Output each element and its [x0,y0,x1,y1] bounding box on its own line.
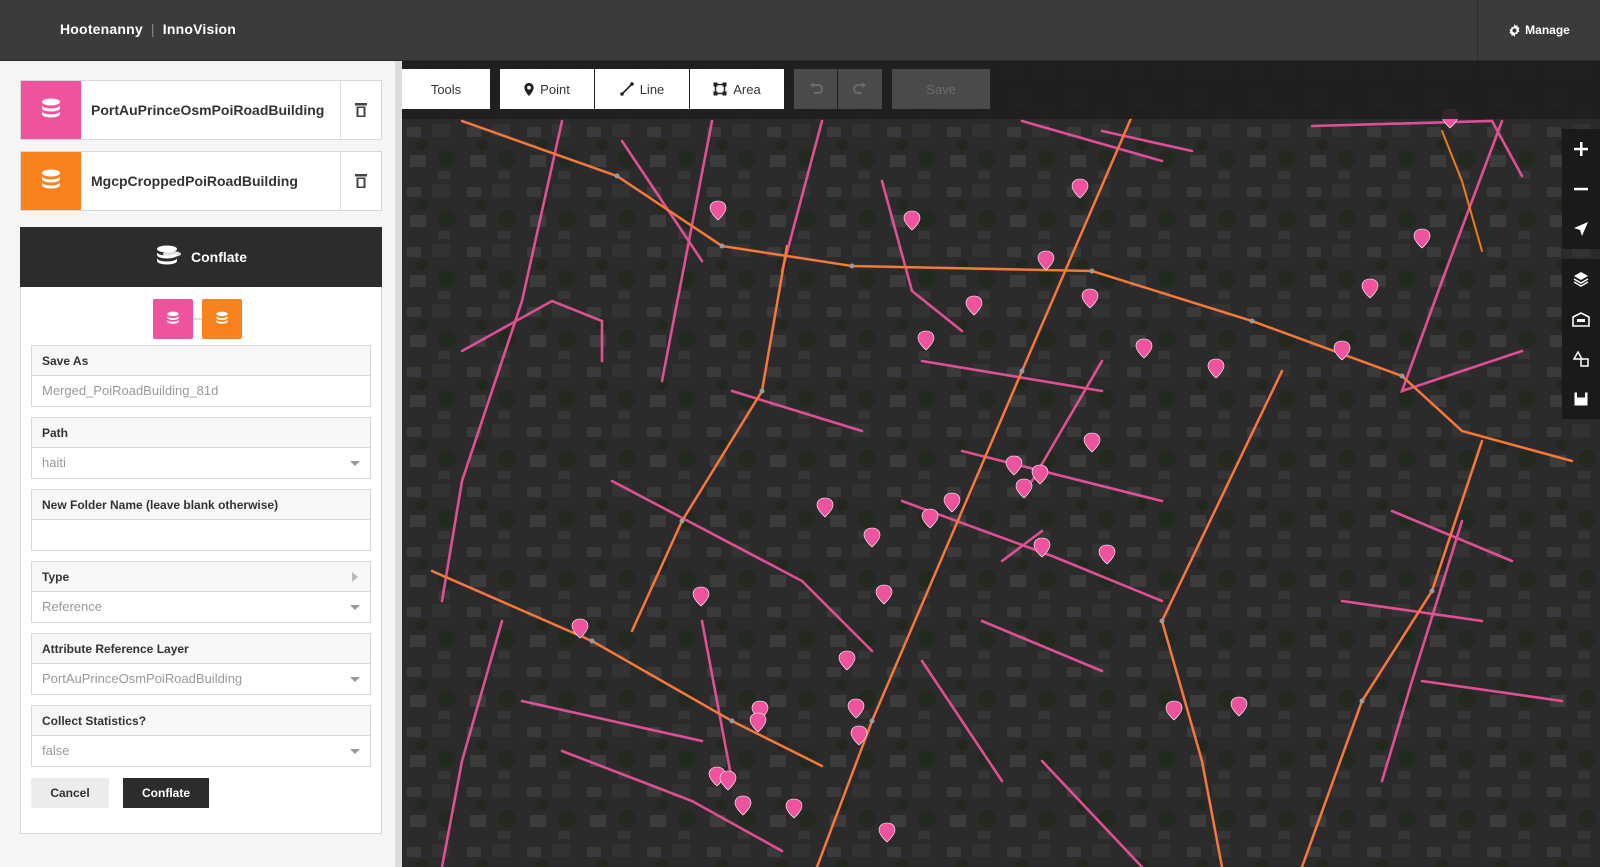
secondary-layer-chip [202,299,242,339]
database-icon [216,311,228,324]
trash-icon [355,103,367,117]
layers-icon [1573,272,1589,287]
geolocate-button[interactable] [1562,209,1600,249]
collect-statistics-field: Collect Statistics? false [31,705,371,767]
conflate-header: Conflate [20,227,382,287]
field-label: Collect Statistics? [32,706,370,736]
type-label-row[interactable]: Type [32,562,370,592]
panel-divider[interactable] [395,61,402,867]
type-value: Reference [42,599,102,614]
path-select[interactable]: haiti [32,448,370,478]
zoom-in-button[interactable] [1562,129,1600,169]
minus-icon [1574,187,1588,191]
issues-button[interactable] [1562,339,1600,379]
shapes-icon [1573,351,1589,367]
brand-separator: | [150,21,155,37]
type-select[interactable]: Reference [32,592,370,622]
map-canvas[interactable] [402,61,1600,867]
save-label: Save [926,81,956,97]
tools-label: Tools [430,81,462,97]
top-bar: Hootenanny | InnoVision Manage [0,0,1600,61]
save-map-button[interactable] [1562,379,1600,419]
background-layers-button[interactable] [1562,259,1600,299]
undo-icon [809,82,823,94]
new-folder-input[interactable] [32,520,370,550]
manage-button[interactable]: Manage [1477,0,1600,60]
chevron-down-icon [350,677,360,682]
field-label: Save As [32,346,370,376]
add-point-button[interactable]: Point [500,69,594,109]
type-field: Type Reference [31,561,371,623]
area-label: Area [733,81,761,97]
chevron-down-icon [350,749,360,754]
line-icon [619,82,634,96]
manage-label: Manage [1525,23,1570,37]
attribute-reference-value: PortAuPrinceOsmPoiRoadBuilding [42,671,243,686]
area-icon [713,82,727,96]
database-icon [21,152,81,210]
point-label: Point [540,81,570,97]
location-arrow-icon [1574,222,1588,236]
save-as-input[interactable]: Merged_PoiRoadBuilding_81d [32,376,370,406]
org-name: InnoVision [162,21,237,37]
add-area-button[interactable]: Area [690,69,784,109]
chevron-right-icon [352,572,358,582]
redo-icon [853,82,866,94]
field-label: Path [32,418,370,448]
undo-button[interactable] [794,69,837,109]
map-data-button[interactable] [1562,299,1600,339]
zoom-out-button[interactable] [1562,169,1600,209]
map-tools-controls [1562,259,1600,419]
layer-name: PortAuPrinceOsmPoiRoadBuilding [91,102,325,118]
redo-button[interactable] [838,69,882,109]
layer-name: MgcpCroppedPoiRoadBuilding [91,173,298,189]
tools-button[interactable]: Tools [402,69,490,109]
conflate-form: Save As Merged_PoiRoadBuilding_81d Path … [20,287,382,834]
save-as-field: Save As Merged_PoiRoadBuilding_81d [31,345,371,407]
zoom-controls [1562,129,1600,249]
attribute-reference-select[interactable]: PortAuPrinceOsmPoiRoadBuilding [32,664,370,694]
conflate-submit-button[interactable]: Conflate [123,778,209,808]
database-icon [21,81,81,139]
new-folder-field: New Folder Name (leave blank otherwise) [31,489,371,551]
save-icon [1574,392,1588,406]
add-line-button[interactable]: Line [595,69,689,109]
save-button[interactable]: Save [892,69,990,109]
path-value: haiti [42,455,66,470]
cancel-button[interactable]: Cancel [31,778,109,808]
plus-icon [1574,142,1588,156]
gear-icon [1509,23,1520,37]
field-label: New Folder Name (leave blank otherwise) [32,490,370,520]
path-field: Path haiti [31,417,371,479]
trash-icon [355,174,367,188]
layer-card-reference: PortAuPrinceOsmPoiRoadBuilding [20,80,382,140]
map-data-icon [1572,312,1590,327]
delete-layer-button[interactable] [340,152,381,210]
field-label: Type [42,570,70,584]
collect-statistics-value: false [42,743,70,758]
field-label: Attribute Reference Layer [32,634,370,664]
line-label: Line [639,81,665,97]
brand-name: Hootenanny [60,21,143,37]
map-pin-icon [524,82,534,96]
delete-layer-button[interactable] [340,81,381,139]
attribute-reference-field: Attribute Reference Layer PortAuPrinceOs… [31,633,371,695]
collect-statistics-select[interactable]: false [32,736,370,766]
app-brand: Hootenanny | InnoVision [60,21,236,37]
chip-connector [193,318,202,320]
stacked-database-icon [157,245,181,265]
map-view[interactable]: Tools Point Line Area Save [402,61,1600,867]
database-icon [167,311,179,324]
chevron-down-icon [350,605,360,610]
chevron-down-icon [350,461,360,466]
layer-card-secondary: MgcpCroppedPoiRoadBuilding [20,151,382,211]
reference-layer-chip [153,299,193,339]
conflate-title: Conflate [191,249,247,265]
